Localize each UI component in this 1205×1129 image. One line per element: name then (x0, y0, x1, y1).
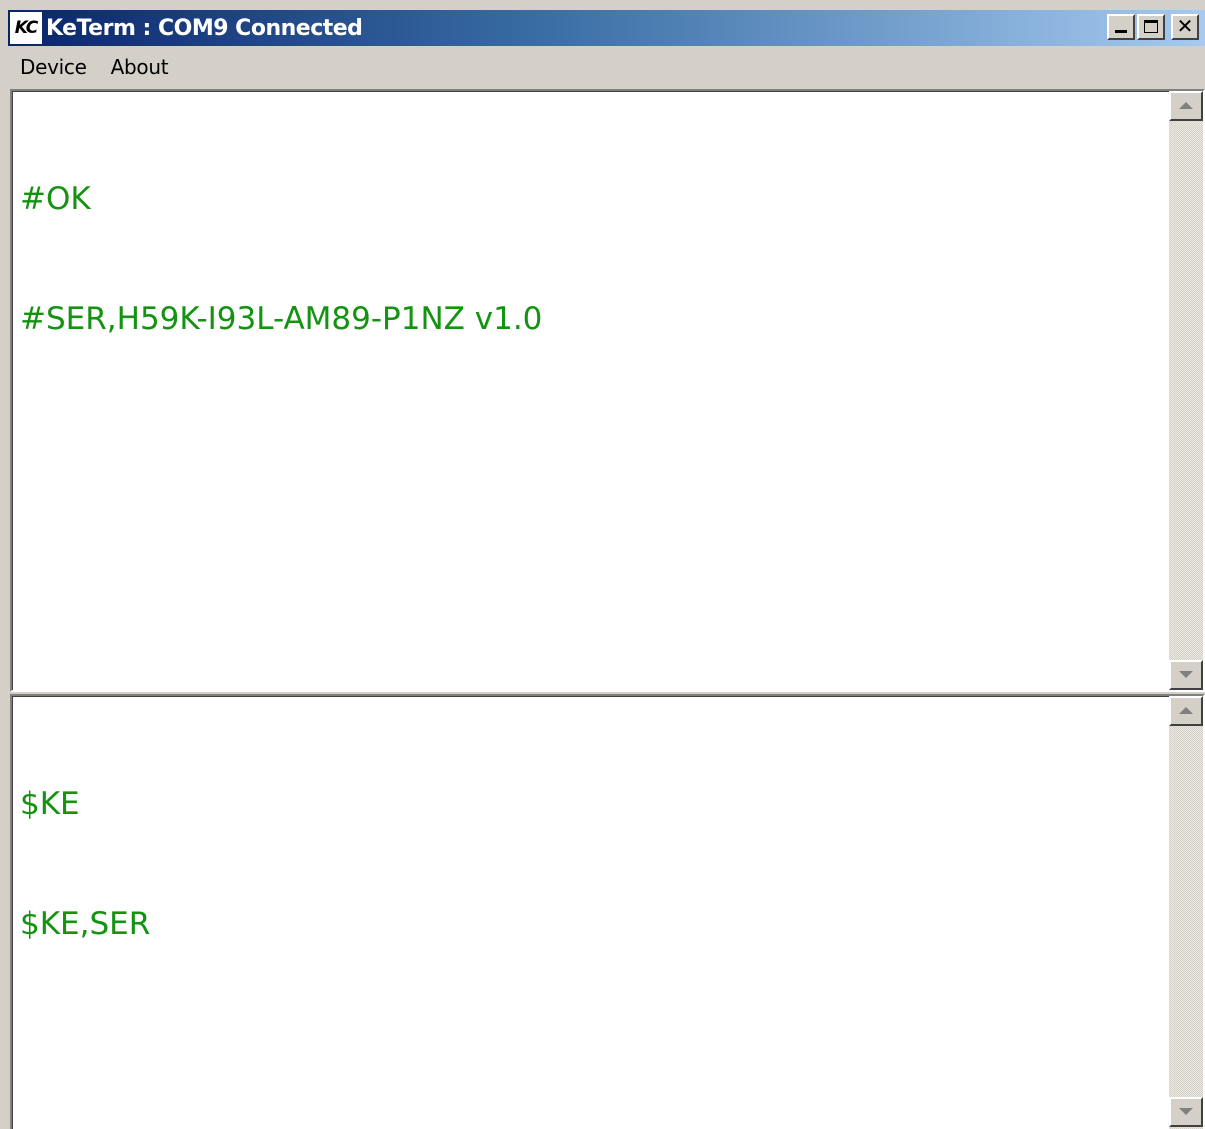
input-scroll-down-button[interactable] (1169, 1097, 1203, 1127)
output-pane[interactable]: #OK #SER,H59K-I93L-AM89-P1NZ v1.0 (10, 89, 1205, 692)
input-line: $KE,SER (20, 906, 151, 942)
menu-item-about[interactable]: About (99, 55, 181, 79)
output-scroll-down-button[interactable] (1169, 660, 1203, 690)
window-title: KeTerm : COM9 Connected (46, 15, 363, 41)
keterm-app-icon[interactable]: KC (10, 12, 42, 44)
close-icon: ✕ (1176, 14, 1194, 38)
minimize-icon (1115, 30, 1127, 33)
close-button[interactable]: ✕ (1171, 14, 1199, 40)
input-scroll-up-button[interactable] (1169, 696, 1203, 726)
input-line: $KE (20, 786, 80, 822)
arrow-up-icon (1179, 707, 1193, 714)
output-line: #SER,H59K-I93L-AM89-P1NZ v1.0 (20, 301, 543, 337)
arrow-down-icon (1179, 671, 1193, 678)
maximize-button[interactable] (1137, 14, 1165, 40)
menu-item-device[interactable]: Device (8, 55, 99, 79)
input-text[interactable]: $KE $KE,SER (20, 704, 1163, 1024)
arrow-up-icon (1179, 102, 1193, 109)
output-line: #OK (20, 181, 91, 217)
keterm-window: KC KeTerm : COM9 Connected ✕ Device Abou… (0, 0, 1205, 1129)
output-scrollbar[interactable] (1169, 91, 1203, 690)
menu-bar: Device About (8, 48, 1205, 86)
input-scrollbar[interactable] (1169, 696, 1203, 1129)
maximize-icon (1144, 20, 1158, 33)
output-scroll-up-button[interactable] (1169, 91, 1203, 121)
title-bar[interactable]: KC KeTerm : COM9 Connected ✕ (8, 10, 1205, 46)
minimize-button[interactable] (1107, 14, 1135, 40)
window-controls: ✕ (1107, 14, 1199, 40)
input-pane[interactable]: $KE $KE,SER (10, 694, 1205, 1129)
arrow-down-icon (1179, 1108, 1193, 1115)
output-text[interactable]: #OK #SER,H59K-I93L-AM89-P1NZ v1.0 (20, 99, 1163, 419)
